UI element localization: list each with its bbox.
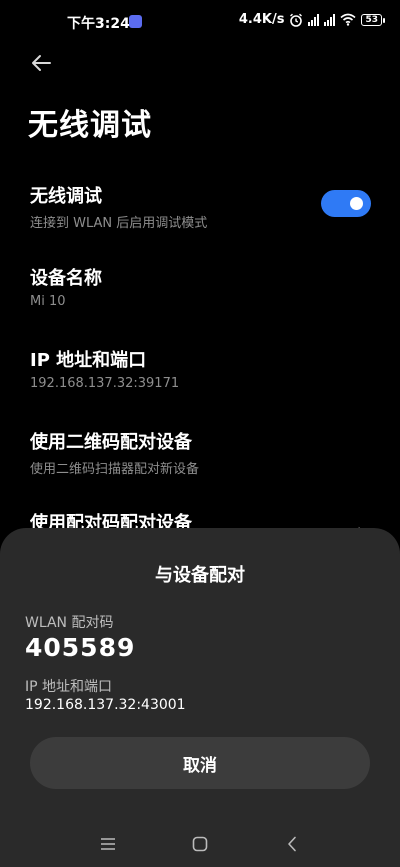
dialog-title: 与设备配对: [155, 565, 245, 586]
wifi-icon: [340, 13, 356, 26]
net-speed: 4.4K/s: [238, 12, 285, 27]
signal-1-icon: [308, 13, 320, 26]
nav-back-icon[interactable]: [278, 830, 306, 858]
setting-subtitle: 192.168.137.32:39171: [30, 376, 180, 391]
setting-title: IP 地址和端口: [30, 350, 147, 371]
home-icon[interactable]: [186, 830, 214, 858]
alarm-icon: [290, 13, 303, 27]
setting-ip-port[interactable]: IP 地址和端口 192.168.137.32:39171: [30, 346, 375, 391]
cancel-button[interactable]: 取消: [30, 737, 370, 789]
setting-device-name[interactable]: 设备名称 Mi 10: [30, 264, 375, 309]
setting-title: 使用二维码配对设备: [30, 432, 192, 453]
battery-icon: 53: [361, 13, 385, 26]
setting-subtitle: 连接到 WLAN 后启用调试模式: [30, 216, 208, 231]
ip-port-label: IP 地址和端口: [25, 679, 113, 695]
setting-pair-qr[interactable]: 使用二维码配对设备 使用二维码扫描器配对新设备: [30, 428, 375, 477]
setting-subtitle: Mi 10: [30, 294, 66, 309]
notification-app-icon: [129, 15, 142, 28]
setting-subtitle: 使用二维码扫描器配对新设备: [30, 462, 200, 477]
navigation-bar: [0, 822, 400, 866]
status-icons: 4.4K/s 53: [238, 12, 385, 27]
menu-icon[interactable]: [94, 830, 122, 858]
page-title: 无线调试: [28, 108, 152, 143]
status-bar: 下午3:24 4.4K/s 53: [0, 0, 400, 44]
signal-2-icon: [324, 13, 336, 26]
ip-port-value: 192.168.137.32:43001: [25, 697, 186, 713]
pair-dialog: 与设备配对 WLAN 配对码 405589 IP 地址和端口 192.168.1…: [0, 528, 400, 867]
pairing-code-label: WLAN 配对码: [25, 615, 114, 631]
status-time: 下午3:24: [67, 16, 130, 32]
wireless-debugging-toggle[interactable]: [321, 190, 371, 217]
pairing-code: 405589: [25, 633, 136, 662]
setting-title: 设备名称: [30, 268, 102, 289]
toggle-knob: [350, 197, 363, 210]
arrow-left-icon[interactable]: [26, 48, 56, 78]
